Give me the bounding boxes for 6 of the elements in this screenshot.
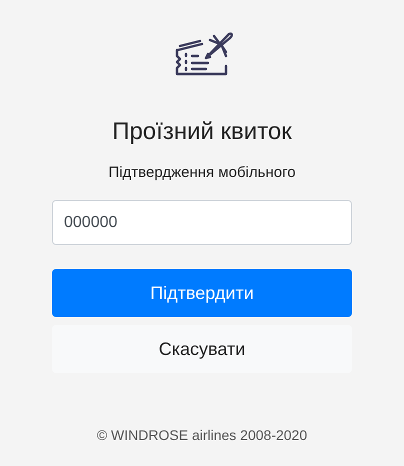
subtitle: Підтвердження мобільного: [108, 164, 296, 181]
button[interactable]: Скасувати: [52, 325, 352, 373]
page-title: Проїзний квиток: [112, 118, 292, 146]
button[interactable]: Підтвердити: [52, 269, 352, 317]
code-input-field[interactable]: 000000: [52, 200, 352, 245]
copyright-text: © WINDROSE airlines 2008-2020: [96, 427, 308, 443]
